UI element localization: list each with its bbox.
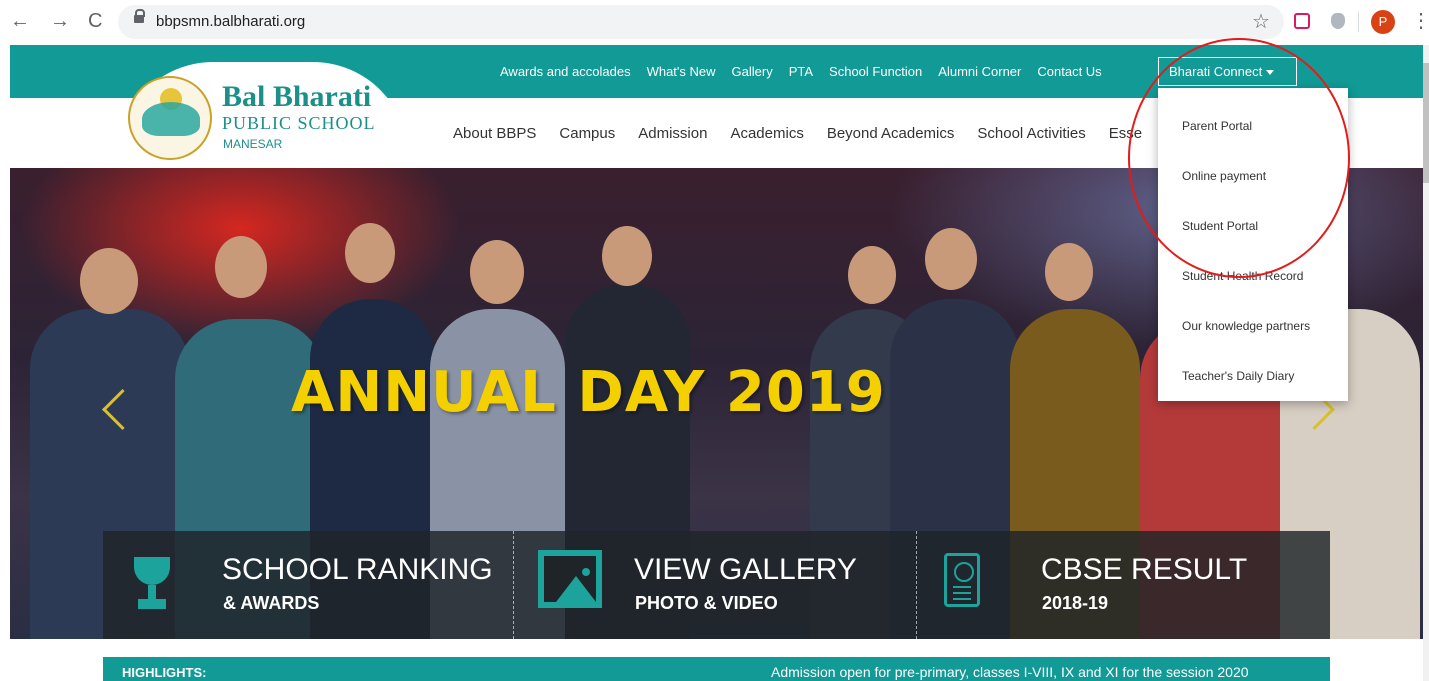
school-ranking-subtitle[interactable]: & AWARDS bbox=[223, 593, 319, 614]
scrollbar-thumb[interactable] bbox=[1423, 63, 1429, 183]
cbse-result-title[interactable]: CBSE RESULT bbox=[1041, 553, 1247, 587]
nav-essentials[interactable]: Esse bbox=[1109, 125, 1142, 142]
address-bar[interactable]: bbpsmn.balbharati.org bbox=[118, 5, 1284, 39]
brand-name: Bal Bharati bbox=[222, 80, 372, 113]
certificate-line bbox=[953, 586, 971, 588]
nav-admission[interactable]: Admission bbox=[638, 125, 707, 142]
school-ranking-title[interactable]: SCHOOL RANKING bbox=[222, 553, 493, 587]
hero-title: ANNUAL DAY 2019 bbox=[291, 360, 886, 425]
hero-person-head bbox=[925, 228, 977, 290]
extension-icon[interactable] bbox=[1294, 13, 1310, 29]
top-nav: Awards and accolades What's New Gallery … bbox=[500, 64, 1102, 79]
nav-campus[interactable]: Campus bbox=[559, 125, 615, 142]
bharati-connect-button[interactable]: Bharati Connect bbox=[1158, 57, 1297, 86]
hero-person-head bbox=[470, 240, 524, 304]
hero-person-head bbox=[80, 248, 138, 314]
trophy-cup bbox=[134, 557, 170, 585]
photo-sun bbox=[582, 568, 590, 576]
menu-item-online-payment[interactable]: Online payment bbox=[1182, 169, 1266, 183]
profile-avatar[interactable]: P bbox=[1371, 10, 1395, 34]
top-nav-school-function[interactable]: School Function bbox=[829, 64, 922, 79]
menu-item-knowledge-partners[interactable]: Our knowledge partners bbox=[1182, 319, 1310, 333]
school-logo[interactable]: Bal Bharati PUBLIC SCHOOL MANESAR bbox=[118, 62, 408, 164]
certificate-line bbox=[953, 598, 971, 600]
photo-frame bbox=[544, 556, 596, 602]
nav-beyond-academics[interactable]: Beyond Academics bbox=[827, 125, 955, 142]
nav-about[interactable]: About BBPS bbox=[453, 125, 536, 142]
brand-subtitle: PUBLIC SCHOOL bbox=[222, 113, 376, 133]
top-nav-contact-us[interactable]: Contact Us bbox=[1037, 64, 1101, 79]
bird-icon bbox=[142, 102, 200, 136]
nav-academics[interactable]: Academics bbox=[730, 125, 803, 142]
photo-icon[interactable] bbox=[538, 550, 602, 608]
hero-person-head bbox=[345, 223, 395, 283]
forward-icon[interactable]: → bbox=[50, 8, 70, 34]
hero-person-head bbox=[1045, 243, 1093, 301]
divider bbox=[513, 531, 517, 639]
bharati-connect-dropdown: Parent Portal Online payment Student Por… bbox=[1158, 88, 1348, 401]
hero-person-head bbox=[215, 236, 267, 298]
top-nav-whats-new[interactable]: What's New bbox=[647, 64, 716, 79]
extension-icon[interactable] bbox=[1331, 13, 1345, 29]
cbse-result-subtitle[interactable]: 2018-19 bbox=[1042, 593, 1108, 614]
star-icon[interactable]: ☆ bbox=[1252, 9, 1270, 34]
back-icon[interactable]: ← bbox=[10, 8, 30, 34]
url-text[interactable]: bbpsmn.balbharati.org bbox=[156, 13, 305, 30]
view-gallery-subtitle[interactable]: PHOTO & VIDEO bbox=[635, 593, 778, 614]
menu-item-teachers-daily-diary[interactable]: Teacher's Daily Diary bbox=[1182, 369, 1294, 383]
toolbar-divider bbox=[1358, 12, 1359, 32]
trophy-icon[interactable] bbox=[122, 557, 182, 613]
school-emblem-icon bbox=[128, 76, 212, 160]
lock-icon[interactable] bbox=[134, 9, 145, 23]
caret-down-icon bbox=[1266, 70, 1275, 76]
menu-item-student-portal[interactable]: Student Portal bbox=[1182, 219, 1258, 233]
bharati-connect-label: Bharati Connect bbox=[1169, 64, 1263, 79]
certificate-seal bbox=[954, 562, 974, 582]
divider bbox=[916, 531, 920, 639]
menu-item-parent-portal[interactable]: Parent Portal bbox=[1182, 119, 1252, 133]
hero-person-head bbox=[602, 226, 652, 286]
menu-item-student-health-record[interactable]: Student Health Record bbox=[1182, 269, 1303, 283]
highlights-ticker[interactable]: Admission open for pre-primary, classes … bbox=[771, 664, 1249, 680]
menu-icon[interactable]: ⋮ bbox=[1411, 8, 1429, 33]
top-nav-gallery[interactable]: Gallery bbox=[732, 64, 773, 79]
scrollbar[interactable] bbox=[1423, 45, 1429, 681]
brand-location: MANESAR bbox=[223, 137, 283, 151]
top-nav-alumni-corner[interactable]: Alumni Corner bbox=[938, 64, 1021, 79]
certificate-line bbox=[953, 592, 971, 594]
photo-mountain bbox=[556, 576, 596, 602]
top-nav-pta[interactable]: PTA bbox=[789, 64, 813, 79]
main-nav: About BBPS Campus Admission Academics Be… bbox=[453, 125, 1142, 142]
top-nav-awards[interactable]: Awards and accolades bbox=[500, 64, 631, 79]
nav-school-activities[interactable]: School Activities bbox=[977, 125, 1085, 142]
reload-icon[interactable]: C bbox=[88, 8, 102, 34]
certificate-icon[interactable] bbox=[944, 553, 980, 607]
hero-person-head bbox=[848, 246, 896, 304]
highlights-label: HIGHLIGHTS: bbox=[122, 665, 207, 680]
view-gallery-title[interactable]: VIEW GALLERY bbox=[634, 553, 857, 587]
trophy-base bbox=[138, 599, 166, 609]
trophy-stem bbox=[148, 585, 156, 599]
browser-toolbar: ← → C bbpsmn.balbharati.org ☆ P ⋮ bbox=[0, 0, 1429, 45]
